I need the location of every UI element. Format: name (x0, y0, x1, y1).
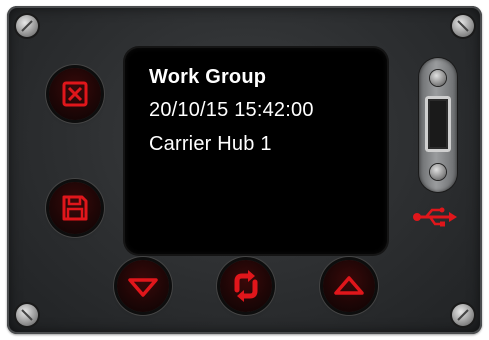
device-panel: Work Group 20/10/15 15:42:00 Carrier Hub… (7, 6, 482, 334)
save-button[interactable] (49, 182, 101, 234)
display-line-work-group: Work Group (149, 66, 267, 88)
screw-top-left (16, 15, 38, 37)
display-screen: Work Group 20/10/15 15:42:00 Carrier Hub… (125, 48, 387, 254)
cancel-button[interactable] (49, 68, 101, 120)
usb-icon (413, 207, 457, 227)
screw-bottom-left (16, 304, 38, 326)
usb-slot (425, 96, 451, 152)
triangle-down-icon (128, 278, 158, 297)
display-line-datetime: 20/10/15 15:42:00 (149, 99, 314, 121)
up-button[interactable] (323, 260, 375, 312)
port-screw-bottom (430, 164, 446, 180)
display-line-hub: Carrier Hub 1 (149, 133, 272, 155)
close-icon (62, 81, 88, 107)
screw-bottom-right (452, 304, 474, 326)
refresh-button[interactable] (220, 260, 272, 312)
usb-port[interactable] (419, 58, 457, 192)
down-button[interactable] (117, 260, 169, 312)
port-screw-top (430, 70, 446, 86)
screw-top-right (452, 15, 474, 37)
refresh-icon (234, 270, 258, 302)
triangle-up-icon (334, 276, 364, 295)
floppy-disk-icon (62, 195, 88, 221)
